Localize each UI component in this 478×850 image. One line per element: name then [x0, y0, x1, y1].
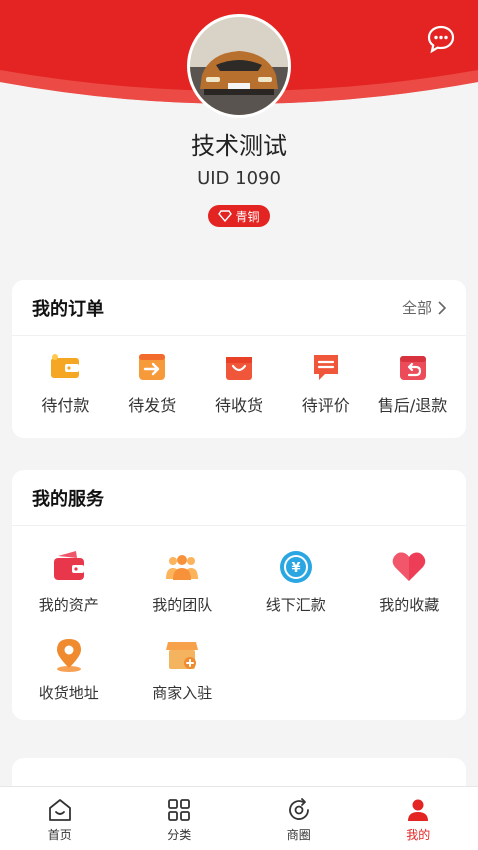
avatar[interactable]: [187, 14, 291, 118]
home-icon: [48, 799, 71, 821]
service-my-favorites-label: 我的收藏: [379, 596, 440, 614]
tab-category[interactable]: 分类: [120, 787, 240, 850]
tab-mine[interactable]: 我的: [359, 787, 478, 850]
remit-icon: ¥: [279, 551, 312, 583]
view-all-orders-link[interactable]: 全部: [402, 297, 446, 318]
view-all-label: 全部: [401, 299, 432, 317]
service-offline-remit[interactable]: ¥ 线下汇款: [239, 548, 353, 636]
order-pending-receipt[interactable]: 待收货: [196, 350, 283, 416]
category-icon: [168, 799, 191, 821]
diamond-icon: [218, 210, 233, 222]
tab-business-circle[interactable]: 商圈: [239, 787, 359, 850]
ship-icon: [139, 354, 166, 380]
tab-home[interactable]: 首页: [0, 787, 120, 850]
bottom-tab-bar: 首页 分类 商圈 我的: [0, 786, 478, 850]
service-my-favorites[interactable]: 我的收藏: [353, 548, 467, 636]
team-icon: [166, 555, 199, 580]
wallet-icon: [51, 354, 80, 378]
order-after-sales[interactable]: 售后/退款: [369, 350, 456, 416]
username: 技术测试: [191, 132, 287, 160]
orders-title: 我的订单: [32, 298, 104, 320]
user-id: UID 1090: [197, 168, 281, 189]
service-my-team[interactable]: 我的团队: [126, 548, 240, 636]
services-title: 我的服务: [32, 488, 104, 510]
service-my-assets-label: 我的资产: [38, 596, 99, 614]
bag-icon: [225, 357, 252, 380]
svg-text:¥: ¥: [291, 561, 300, 576]
order-pending-shipment-label: 待发货: [128, 396, 177, 415]
tab-business-circle-label: 商圈: [286, 828, 311, 842]
tab-mine-label: 我的: [406, 828, 431, 842]
order-pending-review[interactable]: 待评价: [282, 350, 369, 416]
orders-card-header: 我的订单 全部: [12, 280, 466, 336]
service-shipping-address-label: 收货地址: [38, 684, 99, 702]
order-pending-payment-label: 待付款: [41, 396, 90, 415]
order-pending-shipment[interactable]: 待发货: [109, 350, 196, 416]
service-merchant-join[interactable]: 商家入驻: [126, 636, 240, 724]
level-badge[interactable]: 青铜: [208, 205, 270, 227]
level-label: 青铜: [235, 209, 260, 224]
user-icon: [408, 799, 429, 821]
message-icon[interactable]: [426, 24, 456, 54]
order-pending-review-label: 待评价: [301, 396, 350, 415]
service-offline-remit-label: 线下汇款: [265, 596, 326, 614]
order-pending-receipt-label: 待收货: [214, 396, 263, 415]
tab-category-label: 分类: [167, 828, 192, 842]
service-my-team-label: 我的团队: [152, 596, 213, 614]
heart-icon: [392, 552, 426, 581]
order-after-sales-label: 售后/退款: [377, 396, 448, 415]
chevron-right-icon: [438, 300, 446, 315]
comment-icon: [313, 355, 338, 380]
service-merchant-join-label: 商家入驻: [152, 684, 213, 702]
services-card-header: 我的服务: [12, 470, 466, 526]
orders-card: 我的订单 全部 待付款 待发货 待收货 待评价 售后/退款: [12, 280, 466, 438]
service-shipping-address[interactable]: 收货地址: [12, 636, 126, 724]
shop-icon: [166, 642, 199, 669]
tab-home-label: 首页: [47, 828, 72, 842]
services-card: 我的服务 我的资产 我的团队 ¥ 线下汇款 我的收藏 收货地址 商家入驻: [12, 470, 466, 720]
service-my-assets[interactable]: 我的资产: [12, 548, 126, 636]
circle-icon: [288, 798, 309, 820]
order-pending-payment[interactable]: 待付款: [22, 350, 109, 416]
refund-icon: [399, 356, 426, 380]
location-icon: [56, 639, 81, 672]
assets-icon: [53, 551, 84, 580]
